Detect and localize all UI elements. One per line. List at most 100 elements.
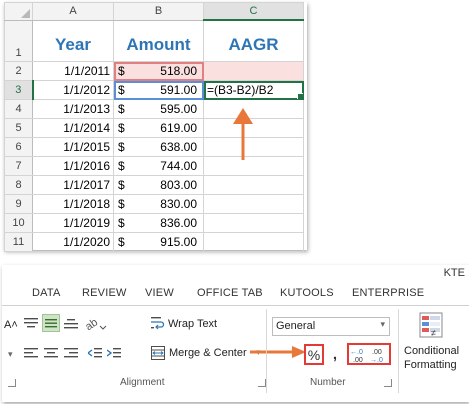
select-all-corner[interactable] [4, 2, 33, 21]
row-header-3[interactable]: 3 [4, 80, 34, 100]
cell-a3-date[interactable]: 1/1/2012 [32, 80, 114, 100]
align-top-icon[interactable] [22, 314, 40, 332]
amount-value: 518.00 [160, 64, 197, 78]
cell-b3-amount[interactable]: $591.00 [113, 80, 204, 100]
font-size-grow-icon[interactable]: A˄ [4, 319, 18, 331]
tab-review[interactable]: REVIEW [82, 287, 127, 299]
ribbon-title-partial: KTE [443, 267, 465, 279]
row-header-9[interactable]: 9 [4, 194, 33, 214]
align-middle-icon[interactable] [42, 314, 60, 332]
svg-text:≠: ≠ [431, 328, 436, 338]
currency-symbol: $ [118, 102, 125, 116]
cell-b2-amount[interactable]: $518.00 [113, 61, 204, 81]
align-right-icon[interactable] [62, 344, 80, 362]
cell-b8-amount[interactable]: $803.00 [113, 175, 204, 195]
cell-b7-amount[interactable]: $744.00 [113, 156, 204, 176]
tab-office-tab[interactable]: OFFICE TAB [197, 287, 263, 299]
cell-c11[interactable] [203, 232, 304, 252]
cell-b1-amount-header[interactable]: Amount [113, 19, 204, 62]
cell-b6-amount[interactable]: $638.00 [113, 137, 204, 157]
cell-b5-amount[interactable]: $619.00 [113, 118, 204, 138]
amount-value: 619.00 [160, 121, 197, 135]
align-bottom-icon[interactable] [62, 314, 80, 332]
cell-c8[interactable] [203, 175, 304, 195]
spreadsheet-grid: A B C 1 Year Amount AAGR 2 1/1/2011 $518… [4, 2, 304, 252]
align-center-icon[interactable] [42, 344, 60, 362]
cell-b11-amount[interactable]: $915.00 [113, 232, 204, 252]
row-header-6[interactable]: 6 [4, 137, 33, 157]
align-left-icon[interactable] [22, 344, 40, 362]
cell-a11-date[interactable]: 1/1/2020 [32, 232, 114, 252]
conditional-formatting-label[interactable]: Conditional [404, 345, 459, 357]
row-header-1[interactable]: 1 [4, 19, 33, 62]
comma-symbol: , [332, 345, 338, 363]
currency-symbol: $ [118, 197, 125, 211]
cell-b9-amount[interactable]: $830.00 [113, 194, 204, 214]
amount-value: 638.00 [160, 140, 197, 154]
row-header-2[interactable]: 2 [4, 61, 33, 81]
cell-c1-aagr-header[interactable]: AAGR [203, 19, 304, 62]
column-header-a[interactable]: A [32, 2, 114, 21]
amount-value: 803.00 [160, 178, 197, 192]
wrap-text-icon[interactable] [150, 315, 166, 331]
tab-kutools[interactable]: KUTOOLS [280, 287, 334, 299]
group-separator [266, 309, 267, 393]
row-header-5[interactable]: 5 [4, 118, 33, 138]
currency-symbol: $ [118, 159, 125, 173]
tab-enterprise[interactable]: ENTERPRISE [352, 287, 424, 299]
cell-c2[interactable] [203, 61, 304, 81]
row-header-10[interactable]: 10 [4, 213, 33, 233]
cell-a5-date[interactable]: 1/1/2014 [32, 118, 114, 138]
cell-b4-amount[interactable]: $595.00 [113, 99, 204, 119]
conditional-formatting-label-2[interactable]: Formatting [404, 359, 457, 371]
decrease-indent-icon[interactable] [86, 344, 104, 362]
cell-a4-date[interactable]: 1/1/2013 [32, 99, 114, 119]
select-all-triangle-icon [21, 8, 30, 18]
row-header-4[interactable]: 4 [4, 99, 33, 119]
cell-a10-date[interactable]: 1/1/2019 [32, 213, 114, 233]
font-dialog-launcher-icon[interactable] [8, 379, 16, 387]
wrap-text-label[interactable]: Wrap Text [168, 318, 217, 330]
cell-a6-date[interactable]: 1/1/2015 [32, 137, 114, 157]
amount-value: 595.00 [160, 102, 197, 116]
currency-symbol: $ [118, 83, 125, 97]
percent-symbol: % [307, 346, 321, 363]
column-header-b[interactable]: B [113, 2, 204, 21]
comma-style-icon[interactable]: , [329, 345, 341, 363]
alignment-dialog-launcher-icon[interactable] [258, 379, 266, 387]
tab-view[interactable]: VIEW [145, 287, 174, 299]
cell-b10-amount[interactable]: $836.00 [113, 213, 204, 233]
tab-data[interactable]: DATA [32, 287, 61, 299]
number-format-dropdown[interactable]: General ▾ [272, 317, 390, 336]
cell-c9[interactable] [203, 194, 304, 214]
number-dialog-launcher-icon[interactable] [384, 379, 392, 387]
increase-decimal-icon[interactable]: ←.0.00 [350, 346, 369, 363]
cell-c10[interactable] [203, 213, 304, 233]
conditional-formatting-icon[interactable]: ≠ [418, 311, 444, 339]
spreadsheet-panel: A B C 1 Year Amount AAGR 2 1/1/2011 $518… [4, 2, 307, 252]
fill-handle[interactable] [297, 93, 303, 99]
svg-text:→.0: →.0 [370, 357, 383, 363]
increase-indent-icon[interactable] [105, 344, 123, 362]
cell-a8-date[interactable]: 1/1/2017 [32, 175, 114, 195]
percent-style-icon[interactable]: % [306, 346, 322, 363]
group-separator [398, 309, 399, 393]
cell-a7-date[interactable]: 1/1/2016 [32, 156, 114, 176]
column-header-c[interactable]: C [203, 2, 304, 21]
currency-symbol: $ [118, 235, 125, 249]
amount-value: 744.00 [160, 159, 197, 173]
row-header-7[interactable]: 7 [4, 156, 33, 176]
merge-center-label[interactable]: Merge & Center [169, 347, 247, 359]
row-header-8[interactable]: 8 [4, 175, 33, 195]
svg-text:.00: .00 [372, 349, 382, 356]
row-header-11[interactable]: 11 [4, 232, 33, 252]
cell-a2-date[interactable]: 1/1/2011 [32, 61, 114, 81]
cell-a9-date[interactable]: 1/1/2018 [32, 194, 114, 214]
merge-center-icon[interactable] [150, 345, 166, 361]
font-dropdown-arrow-icon[interactable]: ▾ [8, 349, 13, 360]
amount-value: 830.00 [160, 197, 197, 211]
orientation-icon[interactable]: ab [84, 314, 110, 332]
cell-a1-year-header[interactable]: Year [32, 19, 114, 62]
cell-c3-active-formula[interactable]: =(B3-B2)/B2 [203, 80, 304, 100]
decrease-decimal-icon[interactable]: .00 →.0 [370, 346, 389, 363]
